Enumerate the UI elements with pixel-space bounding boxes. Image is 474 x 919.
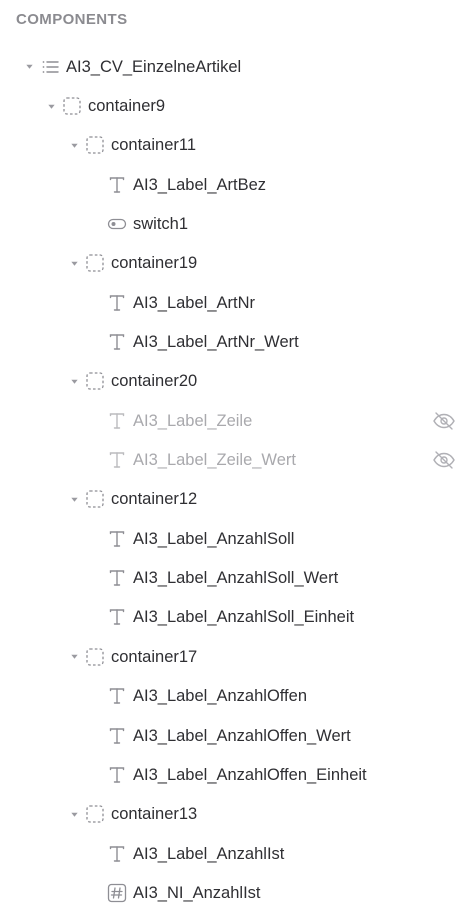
expand-toggle-icon[interactable]: [67, 807, 81, 821]
expand-toggle-icon[interactable]: [67, 492, 81, 506]
tree-item-ai3-label-artbez[interactable]: AI3_Label_ArtBez: [0, 165, 474, 204]
tree-item-container11[interactable]: container11: [0, 126, 474, 165]
tree-item-label: AI3_Label_ArtNr: [133, 293, 255, 312]
text-icon: [107, 293, 127, 313]
tree-item-label: AI3_Label_AnzahlIst: [133, 844, 285, 863]
tree-item-container17[interactable]: container17: [0, 637, 474, 676]
text-icon: [107, 529, 127, 549]
text-icon: [107, 450, 127, 470]
container-icon: [85, 647, 105, 667]
tree-item-ai3-label-zeile-wert[interactable]: AI3_Label_Zeile_Wert: [0, 440, 474, 479]
tree-item-label: container13: [111, 805, 198, 824]
tree-item-container9[interactable]: container9: [0, 86, 474, 125]
tree-item-ai3-label-anzahlsoll-wert[interactable]: AI3_Label_AnzahlSoll_Wert: [0, 558, 474, 597]
tree-item-ai3-cv-einzelneartikel[interactable]: AI3_CV_EinzelneArtikel: [0, 47, 474, 86]
tree-item-label: AI3_NI_AnzahlIst: [133, 883, 261, 902]
tree-item-label: AI3_Label_AnzahlSoll: [133, 529, 295, 548]
expand-toggle-icon[interactable]: [67, 256, 81, 270]
tree-item-ai3-label-anzahlist[interactable]: AI3_Label_AnzahlIst: [0, 834, 474, 873]
container-icon: [85, 135, 105, 155]
tree-item-container13[interactable]: container13: [0, 795, 474, 834]
text-icon: [107, 411, 127, 431]
text-icon: [107, 568, 127, 588]
tree-item-label: AI3_Label_Zeile_Wert: [133, 451, 296, 470]
text-icon: [107, 844, 127, 864]
container-icon: [62, 96, 82, 116]
container-icon: [85, 371, 105, 391]
tree-item-container19[interactable]: container19: [0, 244, 474, 283]
tree-item-ai3-label-anzahloffen-wert[interactable]: AI3_Label_AnzahlOffen_Wert: [0, 716, 474, 755]
tree-item-switch1[interactable]: switch1: [0, 204, 474, 243]
container-icon: [85, 489, 105, 509]
visibility-off-icon[interactable]: [432, 450, 456, 470]
tree-item-ai3-label-anzahlsoll-einheit[interactable]: AI3_Label_AnzahlSoll_Einheit: [0, 598, 474, 637]
container-icon: [85, 804, 105, 824]
expand-toggle-icon[interactable]: [67, 650, 81, 664]
tree-item-ai3-label-anzahloffen-einheit[interactable]: AI3_Label_AnzahlOffen_Einheit: [0, 755, 474, 794]
expand-toggle-icon[interactable]: [44, 99, 58, 113]
tree-item-label: container11: [111, 136, 197, 155]
tree-item-label: AI3_Label_ArtBez: [133, 175, 267, 194]
section-title: COMPONENTS: [16, 11, 128, 28]
component-tree: AI3_CV_EinzelneArtikel container9 containe…: [0, 47, 474, 913]
tree-item-label: container20: [111, 372, 198, 391]
container-icon: [85, 253, 105, 273]
visibility-off-icon[interactable]: [432, 411, 456, 431]
expand-toggle-icon[interactable]: [22, 60, 36, 74]
tree-item-ai3-label-anzahloffen[interactable]: AI3_Label_AnzahlOffen: [0, 677, 474, 716]
tree-item-ai3-ni-anzahlist[interactable]: AI3_NI_AnzahlIst: [0, 873, 474, 912]
expand-toggle-icon[interactable]: [67, 138, 81, 152]
tree-item-label: AI3_CV_EinzelneArtikel: [66, 57, 242, 76]
text-icon: [107, 686, 127, 706]
tree-item-ai3-label-zeile[interactable]: AI3_Label_Zeile: [0, 401, 474, 440]
text-icon: [107, 607, 127, 627]
tree-item-ai3-label-artnr-wert[interactable]: AI3_Label_ArtNr_Wert: [0, 322, 474, 361]
switch-icon: [107, 214, 127, 234]
tree-item-label: AI3_Label_ArtNr_Wert: [133, 333, 299, 352]
tree-item-label: container19: [111, 254, 198, 273]
tree-item-label: container17: [111, 647, 198, 666]
text-icon: [107, 765, 127, 785]
tree-item-label: AI3_Label_AnzahlOffen_Wert: [133, 726, 351, 745]
tree-item-ai3-label-artnr[interactable]: AI3_Label_ArtNr: [0, 283, 474, 322]
tree-item-label: container12: [111, 490, 198, 509]
tree-item-label: switch1: [133, 215, 189, 234]
expand-toggle-icon[interactable]: [67, 374, 81, 388]
tree-item-container20[interactable]: container20: [0, 362, 474, 401]
tree-item-label: AI3_Label_AnzahlSoll_Einheit: [133, 608, 355, 627]
text-icon: [107, 332, 127, 352]
number-input-icon: [107, 883, 127, 903]
tree-item-ai3-label-anzahlsoll[interactable]: AI3_Label_AnzahlSoll: [0, 519, 474, 558]
text-icon: [107, 726, 127, 746]
tree-item-label: AI3_Label_Zeile: [133, 411, 253, 430]
tree-item-label: container9: [88, 97, 166, 116]
tree-item-label: AI3_Label_AnzahlOffen: [133, 687, 307, 706]
text-icon: [107, 175, 127, 195]
tree-item-container12[interactable]: container12: [0, 480, 474, 519]
list-icon: [40, 57, 60, 77]
tree-item-label: AI3_Label_AnzahlSoll_Wert: [133, 569, 339, 588]
tree-item-label: AI3_Label_AnzahlOffen_Einheit: [133, 765, 367, 784]
